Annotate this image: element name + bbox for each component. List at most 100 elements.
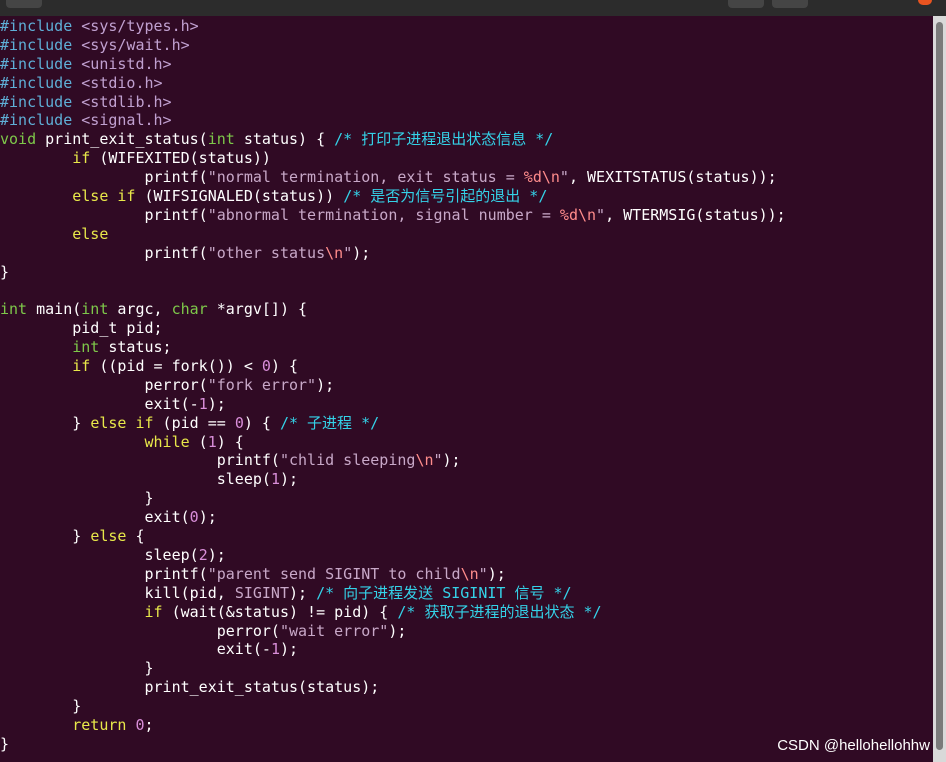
source-code[interactable]: #include <sys/types.h> #include <sys/wait…	[0, 17, 786, 754]
code-line: printf("chlid sleeping\n");	[0, 451, 786, 470]
vertical-scrollbar[interactable]	[933, 16, 946, 762]
code-token-plain: ) {	[243, 413, 280, 432]
code-token-kw: if	[72, 149, 91, 168]
code-token-str: "other status	[207, 243, 326, 262]
code-token-plain: perror(	[0, 621, 280, 640]
code-token-plain: print_exit_status(status);	[0, 678, 380, 697]
code-token-plain: );	[207, 545, 226, 564]
code-token-type: int	[72, 338, 100, 357]
code-token-str: "	[478, 564, 488, 583]
code-editor[interactable]: #include <sys/types.h> #include <sys/wait…	[0, 16, 933, 762]
code-token-str: "parent send SIGINT to child	[207, 564, 461, 583]
code-token-kw: return	[72, 715, 127, 734]
code-token-kw: else if	[72, 187, 136, 206]
code-token-hdr: <signal.h>	[81, 111, 172, 130]
code-token-cmt: /* 向子进程发送 SIGINIT 信号 */	[316, 583, 572, 602]
code-token-pp: #include	[0, 54, 82, 73]
code-token-kw: while	[144, 432, 190, 451]
code-token-plain: }	[0, 262, 10, 281]
code-token-str: "abnormal termination, signal number =	[207, 205, 560, 224]
code-token-plain: printf(	[0, 205, 208, 224]
code-token-cmt: /* 是否为信号引起的退出 */	[343, 187, 548, 206]
code-token-num: 1	[207, 432, 217, 451]
code-line: else	[0, 225, 786, 244]
code-token-pp: #include	[0, 35, 82, 54]
code-token-plain: printf(	[0, 168, 208, 187]
code-token-plain: print_exit_status(	[36, 130, 208, 149]
code-line: printf("abnormal termination, signal num…	[0, 205, 785, 225]
code-token-cmt: /* 打印子进程退出状态信息 */	[334, 130, 554, 149]
code-line: #include <signal.h>	[0, 111, 786, 130]
code-line: if ((pid = fork()) < 0) {	[0, 357, 786, 376]
code-token-str: SIGINT	[234, 583, 289, 602]
code-token-pp: #include	[0, 73, 82, 92]
titlebar-search-button[interactable]	[728, 0, 764, 8]
code-token-num: 0	[135, 715, 145, 734]
code-line: pid_t pid;	[0, 319, 786, 338]
code-line: int status;	[0, 338, 786, 357]
code-token-hdr: <stdio.h>	[81, 73, 163, 92]
code-line: if (WIFEXITED(status))	[0, 149, 786, 168]
code-line: if (wait(&status) != pid) { /* 获取子进程的退出状…	[0, 603, 786, 622]
code-token-pp: #include	[0, 17, 82, 35]
code-token-esc: \n	[325, 243, 344, 262]
titlebar-menu-button[interactable]	[6, 0, 42, 8]
code-line: void print_exit_status(int status) { /* …	[0, 130, 786, 149]
code-line: int main(int argc, char *argv[]) {	[0, 300, 786, 319]
code-line: #include <stdlib.h>	[0, 93, 786, 112]
titlebar-options-button[interactable]	[772, 0, 808, 8]
code-token-cmt: /* 子进程 */	[279, 413, 380, 432]
code-line: #include <unistd.h>	[0, 55, 786, 74]
code-token-plain: kill(pid,	[0, 583, 235, 602]
code-line: }	[0, 489, 786, 508]
code-token-plain: printf(	[0, 564, 208, 583]
code-line: exit(0);	[0, 508, 786, 527]
code-token-plain: , WEXITSTATUS(status));	[568, 168, 777, 187]
code-token-plain: *argv[]) {	[207, 300, 308, 319]
code-token-kw: else if	[90, 413, 154, 432]
code-token-str: "	[433, 451, 443, 470]
code-token-plain: ) {	[216, 432, 244, 451]
code-token-plain: );	[487, 564, 506, 583]
code-line: #include <sys/wait.h>	[0, 36, 786, 55]
code-token-plain: exit(-	[0, 640, 271, 659]
code-token-hdr: <sys/wait.h>	[81, 35, 190, 54]
code-token-hdr: <stdlib.h>	[81, 92, 172, 111]
code-token-plain: pid_t pid;	[0, 319, 163, 338]
code-line: exit(-1);	[0, 640, 786, 659]
code-token-plain: sleep(	[0, 470, 271, 489]
code-token-hdr: <sys/types.h>	[81, 17, 199, 35]
close-button[interactable]	[918, 0, 932, 5]
code-token-plain: {	[126, 527, 145, 546]
code-token-plain: );	[316, 375, 335, 394]
code-token-str: "chlid sleeping	[279, 451, 416, 470]
code-token-kw: if	[72, 357, 91, 376]
code-line: } else {	[0, 527, 786, 546]
code-token-plain: status;	[99, 338, 172, 357]
code-token-str: "	[343, 243, 353, 262]
code-token-plain: );	[442, 451, 461, 470]
window-titlebar	[0, 0, 946, 16]
scrollbar-thumb[interactable]	[936, 22, 943, 750]
code-token-str: "fork error"	[207, 375, 317, 394]
code-line: perror("fork error");	[0, 376, 786, 395]
code-line: kill(pid, SIGINT); /* 向子进程发送 SIGINIT 信号 …	[0, 584, 786, 603]
code-line: sleep(1);	[0, 470, 786, 489]
code-token-plain: perror(	[0, 375, 208, 394]
watermark: CSDN @hellohellohhw	[777, 737, 930, 754]
code-token-str: "wait error"	[279, 621, 389, 640]
code-token-plain: status) {	[234, 130, 335, 149]
code-token-cmt: /* 获取子进程的退出状态 */	[397, 602, 602, 621]
code-token-num: 2	[198, 545, 208, 564]
code-token-num: 0	[261, 357, 271, 376]
code-line: }	[0, 697, 786, 716]
code-token-kw: if	[144, 602, 163, 621]
code-line: } else if (pid == 0) { /* 子进程 */	[0, 414, 786, 433]
